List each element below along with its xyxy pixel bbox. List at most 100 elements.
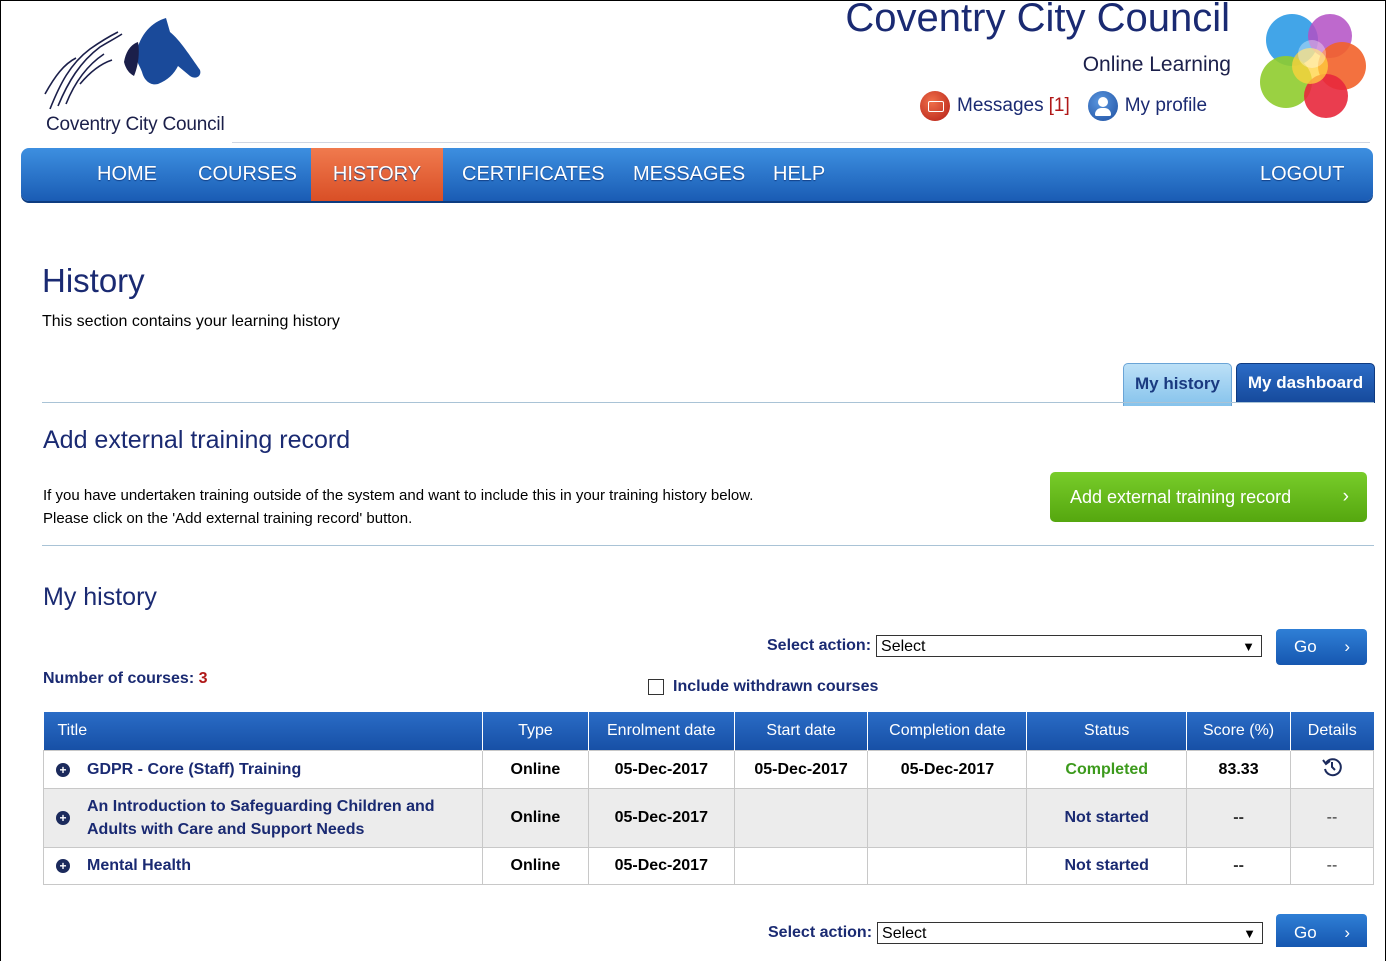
nav-certificates[interactable]: CERTIFICATES: [462, 148, 605, 201]
table-row: + GDPR - Core (Staff) Training Online 05…: [43, 750, 1374, 789]
column-header-type[interactable]: Type: [482, 712, 589, 751]
online-learning-logo-icon: [1256, 10, 1368, 120]
start-date: 05-Dec-2017: [733, 750, 869, 789]
select-action-label: Select action:: [767, 637, 872, 654]
page-intro: This section contains your learning hist…: [42, 313, 340, 330]
nav-messages[interactable]: MESSAGES: [633, 148, 745, 201]
status-badge: Completed: [1026, 750, 1188, 789]
history-icon[interactable]: [1321, 756, 1343, 778]
profile-icon[interactable]: [1087, 91, 1118, 121]
nav-home[interactable]: HOME: [97, 148, 157, 201]
course-count-value: 3: [198, 670, 208, 687]
column-header-completion-date[interactable]: Completion date: [867, 712, 1028, 751]
start-date: [733, 847, 869, 885]
chevron-right-icon: ›: [1344, 923, 1350, 942]
column-header-title[interactable]: Title: [43, 712, 483, 751]
external-record-line-1: If you have undertaken training outside …: [43, 487, 754, 504]
select-action-dropdown[interactable]: Select ▼: [876, 635, 1263, 657]
select-action-label: Select action:: [768, 924, 873, 941]
column-header-details: Details: [1290, 712, 1374, 751]
page-title: History: [42, 262, 145, 299]
column-header-status[interactable]: Status: [1026, 712, 1188, 751]
start-date: [733, 788, 869, 848]
go-label: Go: [1294, 637, 1317, 656]
status-badge: Not started: [1026, 847, 1188, 885]
enrolment-date: 05-Dec-2017: [587, 847, 735, 885]
details-cell: [1290, 750, 1374, 789]
select-action-value: Select: [881, 638, 926, 655]
course-type: Online: [481, 847, 589, 885]
horse-logo-icon: [44, 18, 201, 110]
expand-plus-icon[interactable]: +: [56, 859, 70, 873]
course-title-link[interactable]: GDPR - Core (Staff) Training: [87, 761, 301, 779]
course-title-link[interactable]: Mental Health: [87, 857, 191, 875]
column-header-enrolment-date[interactable]: Enrolment date: [588, 712, 735, 751]
go-label: Go: [1294, 923, 1317, 942]
section-divider: [42, 545, 1374, 546]
select-action-top: Select action: Select ▼: [767, 635, 1263, 657]
expand-plus-icon[interactable]: +: [56, 811, 70, 825]
score: 83.33: [1186, 750, 1291, 789]
course-type: Online: [481, 788, 589, 848]
course-title-cell: + An Introduction to Safeguarding Childr…: [43, 788, 483, 848]
tab-my-history[interactable]: My history: [1123, 363, 1232, 406]
logo-caption: Coventry City Council: [46, 114, 225, 135]
score: --: [1186, 788, 1291, 848]
header-divider: [232, 142, 1370, 143]
chevron-right-icon: ›: [1342, 486, 1349, 507]
messages-link[interactable]: Messages [1]: [957, 95, 1070, 117]
course-title-cell: + Mental Health: [43, 847, 483, 885]
table-header-row: Title Type Enrolment date Start date Com…: [43, 712, 1374, 751]
go-button[interactable]: Go ›: [1276, 914, 1367, 947]
select-action-bottom: Select action: Select ▼: [768, 922, 1264, 944]
external-record-heading: Add external training record: [43, 426, 351, 454]
chevron-down-icon: ▼: [1242, 639, 1256, 654]
table-row: + An Introduction to Safeguarding Childr…: [43, 788, 1374, 848]
enrolment-date: 05-Dec-2017: [587, 750, 735, 789]
status-badge: Not started: [1026, 788, 1188, 848]
history-table: Title Type Enrolment date Start date Com…: [43, 712, 1374, 885]
expand-plus-icon[interactable]: +: [56, 762, 70, 777]
brand-title: Coventry City Council: [845, 0, 1230, 40]
include-withdrawn-checkbox[interactable]: [648, 679, 664, 695]
select-action-value: Select: [882, 925, 927, 942]
nav-history[interactable]: HISTORY: [311, 148, 443, 201]
table-row: + Mental Health Online 05-Dec-2017 Not s…: [43, 847, 1374, 885]
add-external-record-button[interactable]: Add external training record ›: [1050, 472, 1367, 522]
course-count-label: Number of courses:: [43, 670, 195, 687]
details-cell: --: [1290, 847, 1374, 885]
profile-link[interactable]: My profile: [1125, 95, 1207, 117]
nav-logout[interactable]: LOGOUT: [1260, 148, 1344, 201]
column-header-start-date[interactable]: Start date: [734, 712, 869, 751]
section-divider: [42, 402, 1374, 403]
envelope-icon[interactable]: [920, 91, 950, 121]
messages-count: [1]: [1048, 95, 1070, 116]
nav-help[interactable]: HELP: [773, 148, 825, 201]
external-record-text: If you have undertaken training outside …: [43, 484, 753, 530]
include-withdrawn[interactable]: Include withdrawn courses: [648, 678, 878, 696]
messages-link-label: Messages: [957, 95, 1044, 116]
include-withdrawn-label: Include withdrawn courses: [673, 678, 879, 695]
nav-courses[interactable]: COURSES: [198, 148, 297, 201]
council-logo[interactable]: Coventry City Council: [38, 14, 258, 139]
chevron-right-icon: ›: [1344, 637, 1350, 656]
external-record-line-2: Please click on the 'Add external traini…: [43, 510, 413, 527]
completion-date: 05-Dec-2017: [867, 750, 1028, 789]
score: --: [1186, 847, 1291, 885]
tab-my-dashboard[interactable]: My dashboard: [1236, 363, 1375, 403]
select-action-dropdown[interactable]: Select ▼: [877, 922, 1264, 944]
course-title-cell: + GDPR - Core (Staff) Training: [43, 750, 483, 789]
enrolment-date: 05-Dec-2017: [587, 788, 735, 848]
top-links: Messages [1] My profile: [920, 90, 1207, 122]
main-nav: HOME COURSES HISTORY CERTIFICATES MESSAG…: [21, 148, 1373, 201]
completion-date: [867, 788, 1028, 848]
brand-subtitle: Online Learning: [1082, 53, 1231, 76]
go-button[interactable]: Go ›: [1276, 629, 1367, 665]
column-header-score[interactable]: Score (%): [1186, 712, 1291, 751]
my-history-heading: My history: [43, 583, 157, 611]
course-type: Online: [481, 750, 589, 789]
completion-date: [867, 847, 1028, 885]
course-title-link[interactable]: An Introduction to Safeguarding Children…: [87, 795, 467, 841]
details-cell: --: [1290, 788, 1374, 848]
course-count: Number of courses: 3: [43, 670, 208, 688]
